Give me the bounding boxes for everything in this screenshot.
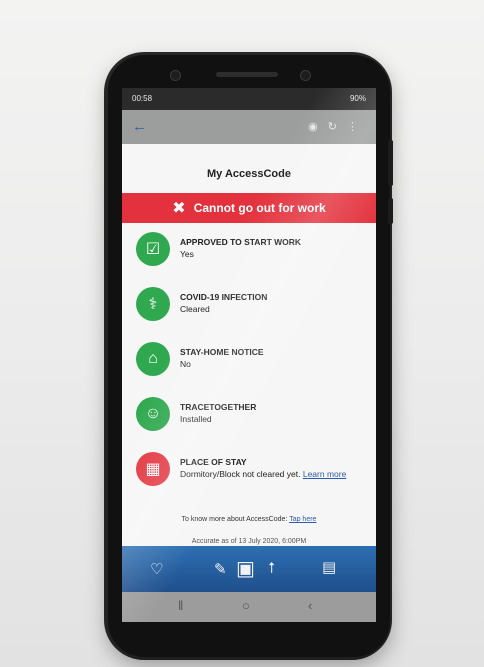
- work-status-banner: ✖ Cannot go out for work: [122, 193, 376, 223]
- item-title: APPROVED TO START WORK: [180, 237, 302, 247]
- item-value: Yes: [180, 249, 194, 259]
- earpiece: [216, 72, 278, 77]
- status-item-shn[interactable]: ⌂ STAY-HOME NOTICE No: [136, 342, 372, 382]
- info-line: To know more about AccessCode: Tap here: [122, 516, 376, 523]
- bottom-toolbar: ♡ ✎ ▣ ⭡ ▤: [122, 546, 376, 592]
- test-swab-icon: ⚕: [136, 287, 170, 321]
- item-value-text: Dormitory/Block not cleared yet.: [180, 469, 301, 479]
- share-icon[interactable]: ⭡: [268, 560, 275, 577]
- status-item-approved[interactable]: ☑ APPROVED TO START WORK Yes: [136, 232, 372, 272]
- more-icon[interactable]: ⋮: [347, 121, 368, 133]
- appbar-actions: ◉↻⋮: [308, 120, 368, 133]
- item-value: Cleared: [180, 304, 210, 314]
- item-title: COVID-19 INFECTION: [180, 292, 268, 302]
- pencil-icon[interactable]: ✎: [214, 560, 227, 578]
- status-time: 00:58: [132, 94, 153, 103]
- android-nav-bar: ‖ ○ ‹: [122, 592, 376, 622]
- building-icon: ▦: [136, 452, 170, 486]
- home-person-icon: ⌂: [136, 342, 170, 376]
- accurate-as-of: Accurate as of 13 July 2020, 6:00PM: [191, 538, 307, 545]
- back-arrow-icon[interactable]: ←: [132, 118, 147, 135]
- photo-scene: 00:58 90% ← ◉↻⋮ My AccessCode ✖ Cannot g…: [0, 0, 484, 667]
- power-button: [388, 198, 393, 224]
- phone-screen: 00:58 90% ← ◉↻⋮ My AccessCode ✖ Cannot g…: [122, 88, 376, 622]
- status-battery: 90%: [349, 94, 366, 103]
- clipboard-check-icon: ☑: [136, 232, 170, 266]
- volume-button: [388, 140, 393, 186]
- tools-crossed-icon: ✖: [172, 200, 186, 217]
- item-title: TRACETOGETHER: [180, 402, 257, 412]
- tap-here-link[interactable]: Tap here: [289, 516, 316, 523]
- camera-icon[interactable]: ▣: [236, 556, 255, 581]
- item-value: Installed: [180, 414, 212, 424]
- item-title: PLACE OF STAY: [180, 457, 247, 467]
- status-item-tracetogether[interactable]: ☺ TRACETOGETHER Installed: [136, 397, 372, 437]
- app-bar: ← ◉↻⋮: [122, 110, 376, 144]
- home-icon[interactable]: ○: [242, 598, 250, 613]
- sensor: [300, 70, 311, 81]
- status-item-covid[interactable]: ⚕ COVID-19 INFECTION Cleared: [136, 287, 372, 327]
- eye-icon[interactable]: ◉: [308, 121, 328, 133]
- item-value: Dormitory/Block not cleared yet. Learn m…: [180, 469, 360, 480]
- tracetogether-icon: ☺: [136, 397, 170, 431]
- recents-icon[interactable]: ‖: [178, 598, 183, 613]
- front-camera: [170, 70, 181, 81]
- item-title: STAY-HOME NOTICE: [180, 347, 264, 357]
- refresh-icon[interactable]: ↻: [328, 121, 347, 133]
- item-value: No: [180, 359, 191, 369]
- back-icon[interactable]: ‹: [308, 598, 312, 613]
- trash-icon[interactable]: ▤: [322, 558, 336, 576]
- learn-more-link[interactable]: Learn more: [303, 469, 346, 479]
- status-bar: 00:58 90%: [122, 88, 376, 110]
- heart-icon[interactable]: ♡: [150, 560, 163, 578]
- status-item-place-of-stay[interactable]: ▦ PLACE OF STAY Dormitory/Block not clea…: [136, 452, 372, 504]
- banner-text: Cannot go out for work: [193, 201, 326, 215]
- page-title: My AccessCode: [207, 168, 291, 180]
- info-text: To know more about AccessCode:: [181, 516, 288, 523]
